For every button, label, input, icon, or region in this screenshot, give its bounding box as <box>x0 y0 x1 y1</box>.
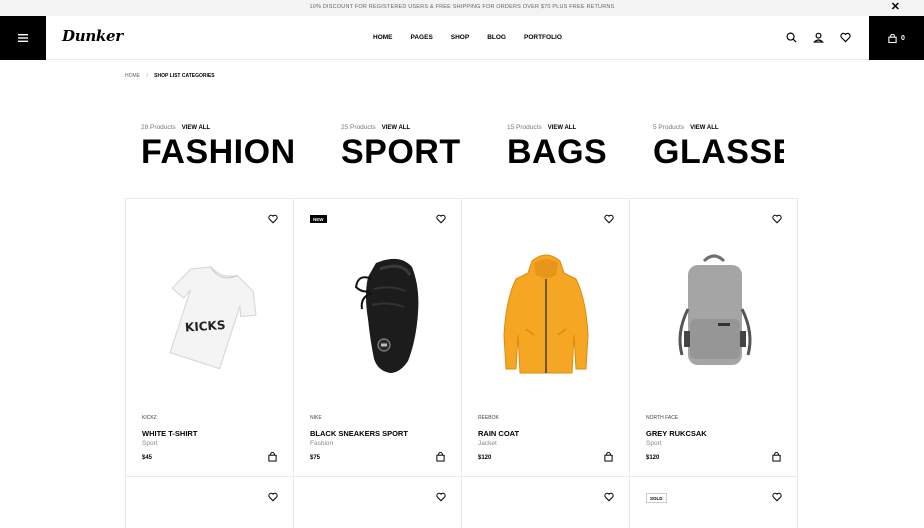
product-title[interactable]: RAIN COAT <box>478 429 519 438</box>
product-card-rain-coat[interactable]: REEBOK RAIN COAT Jacket $120 <box>461 198 630 477</box>
breadcrumb: HOME / SHOP LIST CATEGORIES <box>125 73 215 79</box>
product-card[interactable]: SOLD <box>629 476 798 528</box>
product-price: $120 <box>478 455 492 461</box>
promo-text: 10% DISCOUNT FOR REGISTERED USERS & FREE… <box>309 4 615 10</box>
product-title[interactable]: WHITE T-SHIRT <box>142 429 197 438</box>
search-icon[interactable] <box>786 32 797 43</box>
product-card-white-t-shirt[interactable]: KICKS KICKZ WHITE T-SHIRT Sport $45 <box>125 198 294 477</box>
site-logo[interactable]: Dunker <box>62 27 123 45</box>
nav-portfolio[interactable]: PORTFOLIO <box>524 34 562 41</box>
user-icon[interactable] <box>813 32 824 43</box>
cart-icon <box>888 33 897 43</box>
backpack-image[interactable] <box>644 239 785 389</box>
add-to-cart-icon[interactable] <box>604 452 613 462</box>
new-badge: NEW <box>310 215 327 223</box>
product-card[interactable] <box>293 476 462 528</box>
product-brand: NORTH FACE <box>646 415 679 421</box>
menu-button[interactable] <box>0 16 46 60</box>
wishlist-heart-icon[interactable] <box>268 492 278 502</box>
wishlist-heart-icon[interactable] <box>268 214 278 224</box>
add-to-cart-icon[interactable] <box>772 452 781 462</box>
product-brand: KICKZ <box>142 415 157 421</box>
close-icon[interactable]: ✕ <box>891 2 900 13</box>
product-title[interactable]: BLACK SNEAKERS SPORT <box>310 429 408 438</box>
wishlist-heart-icon[interactable] <box>436 214 446 224</box>
add-to-cart-icon[interactable] <box>268 452 277 462</box>
view-all-link[interactable]: VIEW ALL <box>690 125 718 131</box>
breadcrumb-home[interactable]: HOME <box>125 73 140 79</box>
cart-count: 0 <box>901 34 905 42</box>
category-count: 5 Products <box>653 124 685 131</box>
view-all-link[interactable]: VIEW ALL <box>382 125 410 131</box>
category-sport: 25 Products VIEW ALL SPORT <box>341 124 460 169</box>
nav-shop[interactable]: SHOP <box>451 34 469 41</box>
category-name[interactable]: SPORT <box>341 135 461 169</box>
product-price: $120 <box>646 455 660 461</box>
sneaker-image[interactable] <box>308 239 449 389</box>
view-all-link[interactable]: VIEW ALL <box>548 125 576 131</box>
breadcrumb-current: SHOP LIST CATEGORIES <box>154 73 215 79</box>
nav-home[interactable]: HOME <box>373 34 393 41</box>
promo-bar: 10% DISCOUNT FOR REGISTERED USERS & FREE… <box>0 0 924 16</box>
category-name[interactable]: BAGS <box>507 135 607 169</box>
product-type: Sport <box>142 440 158 447</box>
product-type: Sport <box>646 440 662 447</box>
product-price: $45 <box>142 455 153 461</box>
category-name[interactable]: GLASSES <box>653 135 784 169</box>
category-bags: 15 Products VIEW ALL BAGS <box>507 124 607 169</box>
product-brand: REEBOK <box>478 415 499 421</box>
nav-blog[interactable]: BLOG <box>487 34 506 41</box>
category-fashion: 28 Products VIEW ALL FASHION <box>141 124 295 169</box>
product-card[interactable] <box>125 476 294 528</box>
menu-icon <box>18 34 28 42</box>
site-header: Dunker HOME PAGES SHOP BLOG PORTFOLIO 0 <box>0 16 924 60</box>
cart-button[interactable]: 0 <box>869 16 924 60</box>
t-shirt-image[interactable]: KICKS <box>140 239 281 389</box>
main-nav: HOME PAGES SHOP BLOG PORTFOLIO <box>373 34 562 41</box>
product-grid: KICKS KICKZ WHITE T-SHIRT Sport $45 NEW … <box>125 198 799 528</box>
view-all-link[interactable]: VIEW ALL <box>182 125 210 131</box>
product-price: $75 <box>310 455 321 461</box>
wishlist-heart-icon[interactable] <box>604 214 614 224</box>
wishlist-heart-icon[interactable] <box>772 492 782 502</box>
category-glasses: 5 Products VIEW ALL GLASSES <box>653 124 784 174</box>
add-to-cart-icon[interactable] <box>436 452 445 462</box>
product-title[interactable]: GREY RUKCSAK <box>646 429 707 438</box>
product-card[interactable] <box>461 476 630 528</box>
product-card-grey-rucksack[interactable]: NORTH FACE GREY RUKCSAK Sport $120 <box>629 198 798 477</box>
raincoat-image[interactable] <box>476 239 617 389</box>
t-shirt-print: KICKS <box>185 318 226 335</box>
product-type: Fashion <box>310 440 334 447</box>
category-count: 25 Products <box>341 124 376 131</box>
category-name[interactable]: FASHION <box>141 135 296 169</box>
nav-pages[interactable]: PAGES <box>411 34 433 41</box>
sold-badge: SOLD <box>646 493 667 503</box>
product-brand: NIKE <box>310 415 322 421</box>
wishlist-heart-icon[interactable] <box>772 214 782 224</box>
wishlist-heart-icon[interactable] <box>436 492 446 502</box>
product-card-black-sneakers[interactable]: NEW NIKE BLACK SNEAKERS SPORT Fashion $7… <box>293 198 462 477</box>
wishlist-heart-icon[interactable] <box>604 492 614 502</box>
heart-icon[interactable] <box>840 32 851 43</box>
breadcrumb-separator: / <box>146 73 148 79</box>
product-type: Jacket <box>478 440 497 447</box>
category-count: 28 Products <box>141 124 176 131</box>
category-count: 15 Products <box>507 124 542 131</box>
